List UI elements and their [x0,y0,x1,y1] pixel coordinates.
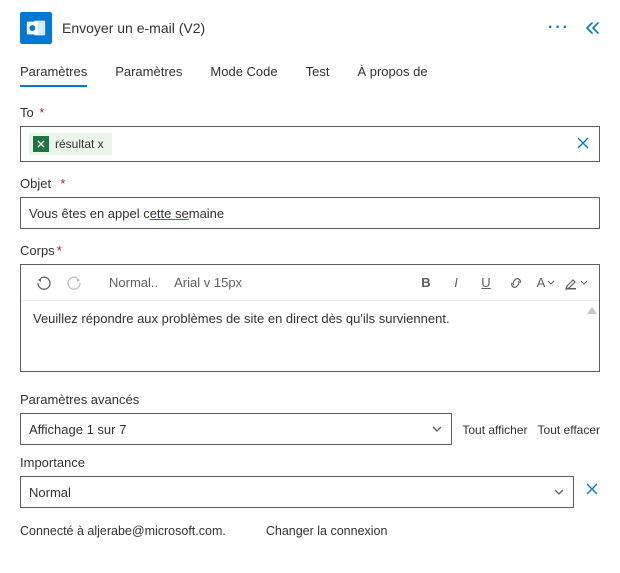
tab-parametres[interactable]: Paramètres [20,64,87,87]
more-menu-icon[interactable]: ··· [548,19,570,37]
field-subject: Objet * Vous êtes en appel cette semaine [20,176,600,229]
importance-value: Normal [29,485,553,500]
advanced-select[interactable]: Affichage 1 sur 7 [20,413,452,445]
format-font-select[interactable]: Arial v 15px [166,275,250,290]
importance-label: Importance [20,455,574,470]
italic-icon[interactable]: I [441,269,471,297]
body-label: Corps* [20,243,600,258]
subject-label: Objet * [20,176,600,191]
field-to: To * résultat x [20,105,600,162]
underline-icon[interactable]: U [471,269,501,297]
outlook-icon [20,12,52,44]
chevron-down-icon [553,486,565,498]
bold-icon[interactable]: B [411,269,441,297]
remove-importance-icon[interactable] [584,481,600,508]
format-style-select[interactable]: Normal.. [101,275,166,290]
importance-select[interactable]: Normal [20,476,574,508]
subject-input[interactable]: Vous êtes en appel cette semaine [20,197,600,229]
importance-row: Importance Normal [20,455,600,508]
card-header: Envoyer un e-mail (V2) ··· [20,12,600,64]
link-icon[interactable] [501,269,531,297]
to-input[interactable]: résultat x [20,126,600,162]
field-body: Corps* Normal.. Arial v 15px B I U A Veu… [20,243,600,372]
body-textarea[interactable]: Veuillez répondre aux problèmes de site … [21,301,599,371]
to-token-text: résultat x [55,137,104,151]
redo-icon[interactable] [59,269,89,297]
connection-status: Connecté à aljerabe@microsoft.com. [20,524,226,538]
tab-parametres-2[interactable]: Paramètres [115,64,182,87]
clear-all-link[interactable]: Tout effacer [538,423,600,445]
excel-icon [33,136,49,152]
to-label: To * [20,105,600,120]
rich-text-editor: Normal.. Arial v 15px B I U A Veuillez r… [20,264,600,372]
tab-about[interactable]: À propos de [357,64,427,87]
clear-to-icon[interactable] [575,135,591,154]
tab-test[interactable]: Test [306,64,330,87]
tab-code-mode[interactable]: Mode Code [210,64,277,87]
advanced-label: Paramètres avancés [20,392,452,407]
to-token[interactable]: résultat x [29,133,112,155]
card-title: Envoyer un e-mail (V2) [62,20,538,36]
highlight-icon[interactable] [561,269,591,297]
undo-icon[interactable] [29,269,59,297]
chevron-down-icon [431,423,443,435]
collapse-icon[interactable] [584,20,600,36]
body-text: Veuillez répondre aux problèmes de site … [33,311,450,326]
font-color-icon[interactable]: A [531,269,561,297]
change-connection-link[interactable]: Changer la connexion [266,524,388,538]
connection-row: Connecté à aljerabe@microsoft.com. Chang… [20,524,600,538]
subject-value: Vous êtes en appel cette semaine [29,206,591,221]
action-card: Envoyer un e-mail (V2) ··· Paramètres Pa… [0,0,620,554]
advanced-row: Paramètres avancés Affichage 1 sur 7 Tou… [20,392,600,445]
advanced-value: Affichage 1 sur 7 [29,422,431,437]
tab-bar: Paramètres Paramètres Mode Code Test À p… [20,64,600,87]
scroll-up-icon[interactable] [587,307,597,314]
rte-toolbar: Normal.. Arial v 15px B I U A [21,265,599,301]
show-all-link[interactable]: Tout afficher [462,423,527,445]
